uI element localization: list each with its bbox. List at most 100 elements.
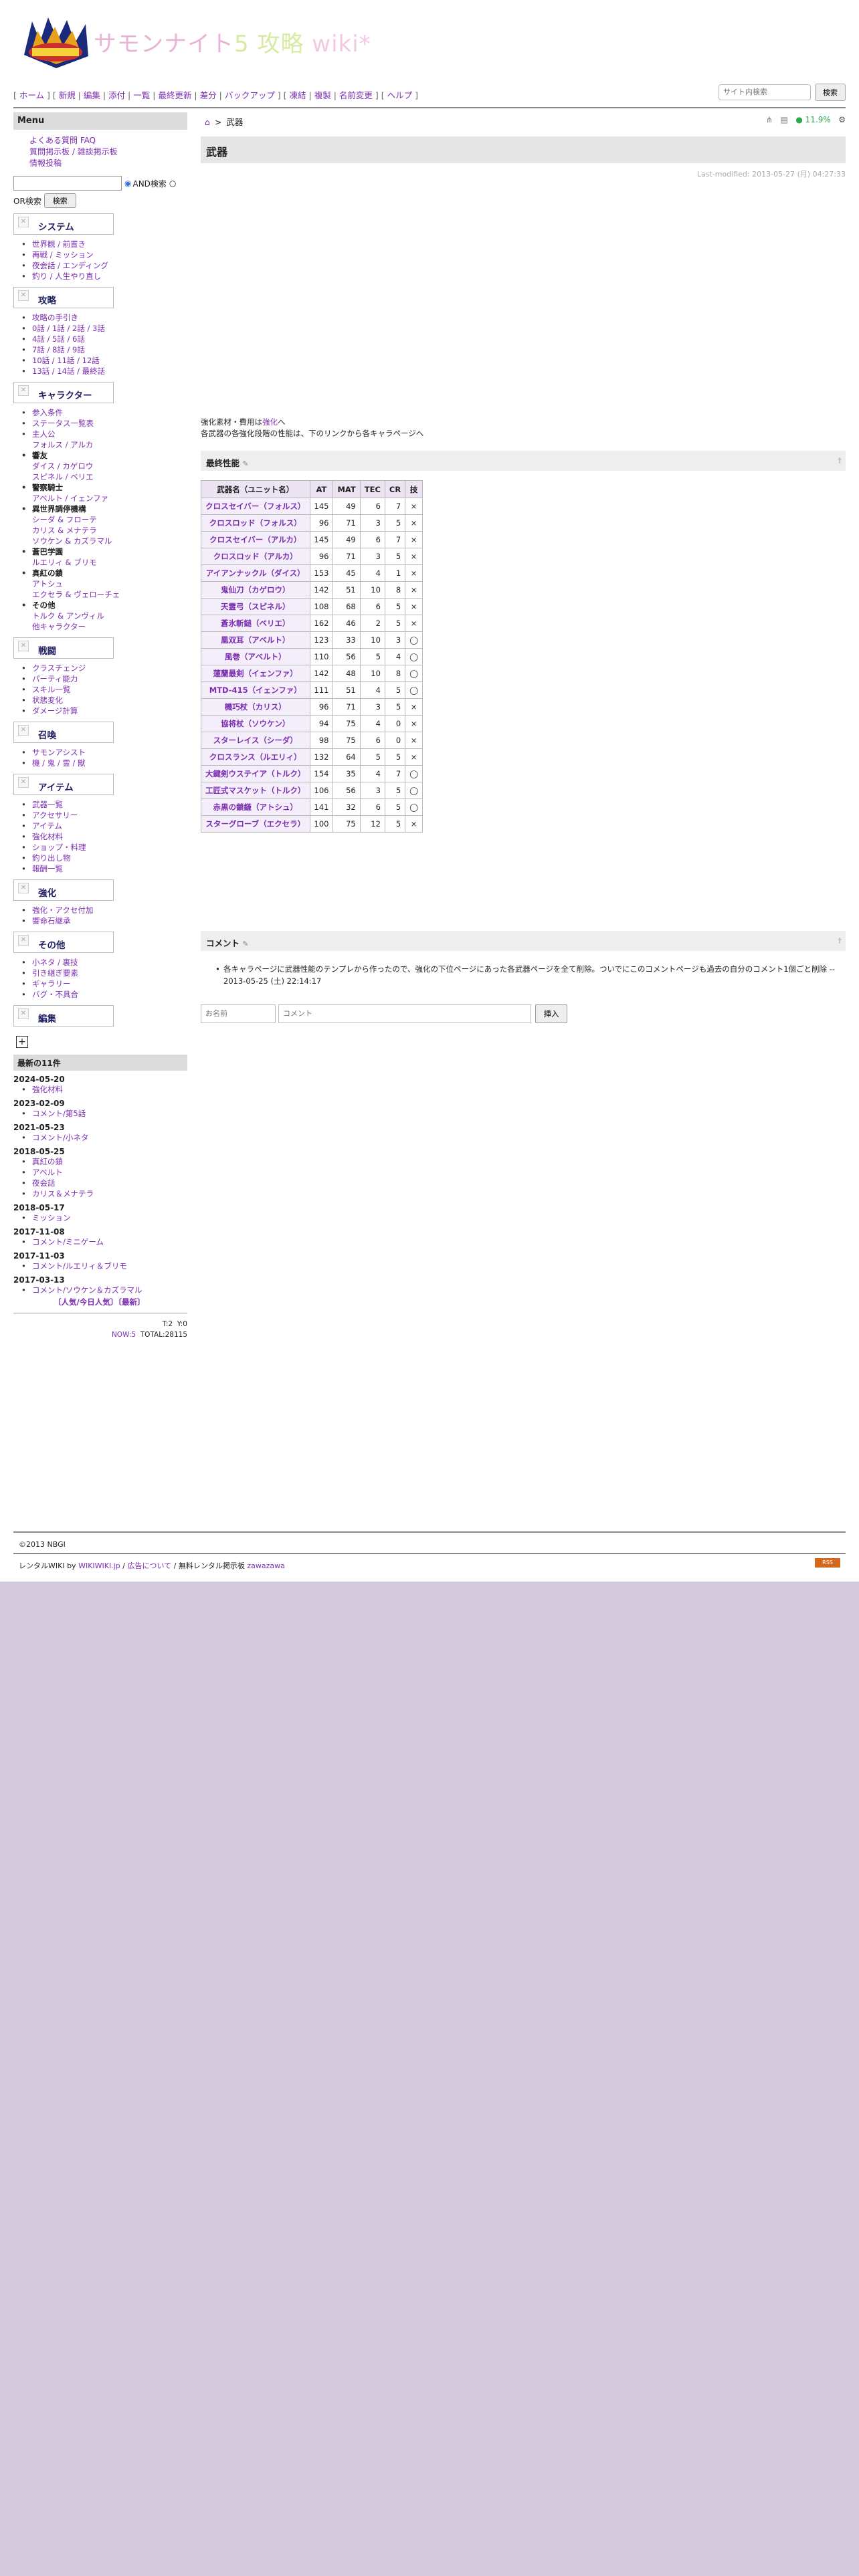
rss-badge-icon[interactable]: RSS <box>815 1558 840 1568</box>
nav-item[interactable]: 差分 <box>200 90 217 100</box>
weapon-name-link[interactable]: 凰双耳（アベルト） <box>201 631 310 649</box>
nav-item[interactable]: 最終更新 <box>158 90 191 100</box>
menu-item[interactable]: トルク & アンヴィル <box>21 611 187 621</box>
weapon-name-link[interactable]: 赤黒の鎖鎌（アトシュ） <box>201 798 310 816</box>
menu-item[interactable]: 釣り / 人生やり直し <box>21 271 187 282</box>
menu-search-input[interactable] <box>13 176 122 191</box>
submit-button[interactable]: 挿入 <box>535 1004 567 1023</box>
nav-item[interactable]: 添付 <box>108 90 125 100</box>
nav-item[interactable]: 編集 <box>84 90 100 100</box>
menu-item[interactable]: 10話 / 11話 / 12話 <box>21 355 187 366</box>
site-search-button[interactable]: 検索 <box>815 84 846 101</box>
menu-item[interactable]: 13話 / 14話 / 最終話 <box>21 366 187 377</box>
menu-item[interactable]: 警察騎士 <box>21 482 187 493</box>
menu-item[interactable]: 響命石継承 <box>21 916 187 926</box>
nav-item[interactable]: 名前変更 <box>339 90 373 100</box>
menu-item[interactable]: エクセラ & ヴェローチェ <box>21 589 187 600</box>
recent-item[interactable]: カリス＆メナテラ <box>21 1188 187 1199</box>
menu-item[interactable]: ソウケン & カズラマル <box>21 536 187 546</box>
menu-category-0[interactable]: ✕ システム <box>13 213 114 235</box>
weapon-name-link[interactable]: 風巻（アベルト） <box>201 648 310 665</box>
menu-item[interactable]: 引き継ぎ要素 <box>21 968 187 978</box>
menu-item[interactable]: フォルス / アルカ <box>21 439 187 450</box>
intro-link[interactable]: 強化 <box>262 417 278 427</box>
recent-item[interactable]: 真紅の鎖 <box>21 1156 187 1167</box>
menu-item[interactable]: 釣り出し物 <box>21 853 187 863</box>
nav-item[interactable]: バックアップ <box>225 90 275 100</box>
weapon-name-link[interactable]: 機巧杖（カリス） <box>201 698 310 716</box>
menu-item[interactable]: ギャラリー <box>21 978 187 989</box>
menu-item[interactable]: パーティ能力 <box>21 673 187 684</box>
recent-item[interactable]: アベルト <box>21 1167 187 1178</box>
menu-item[interactable]: 夜会話 / エンディング <box>21 260 187 271</box>
weapon-name-link[interactable]: 蒼氷斬鎚（ベリエ） <box>201 615 310 632</box>
menu-item[interactable]: ルエリィ & ブリモ <box>21 557 187 568</box>
weapon-name-link[interactable]: スターレイス（シーダ） <box>201 732 310 749</box>
popular-links[interactable]: 〔人気/今日人気〕〔最新〕 <box>13 1297 187 1307</box>
share-icon[interactable]: ⋔ <box>766 115 773 124</box>
footer-link-wikiwiki[interactable]: WIKIWIKI.jp <box>78 1562 120 1570</box>
menu-item[interactable]: 状態変化 <box>21 695 187 706</box>
recent-item[interactable]: 夜会話 <box>21 1178 187 1188</box>
menu-category-1[interactable]: ✕ 攻略 <box>13 287 114 308</box>
and-radio[interactable]: ◉ <box>124 179 131 188</box>
menu-category-4[interactable]: ✕ 召喚 <box>13 722 114 743</box>
gear-icon[interactable]: ⚙ <box>838 115 846 124</box>
menu-item[interactable]: アイテム <box>21 821 187 831</box>
menu-item[interactable]: アベルト / イェンファ <box>21 493 187 504</box>
recent-item[interactable]: コメント/小ネタ <box>21 1132 187 1143</box>
weapon-name-link[interactable]: 鬼仙刀（カゲロウ） <box>201 581 310 599</box>
weapon-name-link[interactable]: 蓮蘭最剣（イェンファ） <box>201 665 310 682</box>
name-input[interactable] <box>201 1004 276 1023</box>
menu-item[interactable]: 主人公 <box>21 429 187 439</box>
menu-item[interactable]: 強化材料 <box>21 831 187 842</box>
nav-item[interactable]: ヘルプ <box>387 90 413 100</box>
stats-icon[interactable]: ▤ <box>781 115 788 124</box>
menu-item[interactable]: 武器一覧 <box>21 799 187 810</box>
menu-item[interactable]: 蒼巴学園 <box>21 546 187 557</box>
menu-item[interactable]: 他キャラクター <box>21 621 187 632</box>
menu-item[interactable]: 真紅の鎖 <box>21 568 187 578</box>
site-title[interactable]: サモンナイト5 攻略 wiki* <box>94 25 371 58</box>
menu-item[interactable]: 世界観 / 前置き <box>21 239 187 249</box>
weapon-name-link[interactable]: 天霊弓（スピネル） <box>201 598 310 615</box>
menu-item[interactable]: 再戦 / ミッション <box>21 249 187 260</box>
menu-search-button[interactable]: 検索 <box>43 193 76 208</box>
weapon-name-link[interactable]: スターグローブ（エクセラ） <box>201 815 310 833</box>
footer-link-ads[interactable]: 広告について <box>127 1562 171 1570</box>
menu-item[interactable]: その他 <box>21 600 187 611</box>
weapon-name-link[interactable]: クロスロッド（アルカ） <box>201 548 310 565</box>
menu-item[interactable]: 攻略の手引き <box>21 312 187 323</box>
menu-item[interactable]: スピネル / ベリエ <box>21 471 187 482</box>
menu-item[interactable]: ショップ・料理 <box>21 842 187 853</box>
weapon-name-link[interactable]: クロスランス（ルエリィ） <box>201 748 310 766</box>
menu-item[interactable]: バグ・不具合 <box>21 989 187 1000</box>
menu-item[interactable]: 0話 / 1話 / 2話 / 3話 <box>21 323 187 334</box>
weapon-name-link[interactable]: クロスセイバー（アルカ） <box>201 531 310 548</box>
menu-item[interactable]: ダメージ計算 <box>21 706 187 716</box>
weapon-name-link[interactable]: 大鍵剣ウステイア（トルク） <box>201 765 310 782</box>
menu-item[interactable]: ダイス / カゲロウ <box>21 461 187 471</box>
menu-top-link[interactable]: 情報投稿 <box>29 158 187 169</box>
recent-item[interactable]: コメント/ルエリィ＆ブリモ <box>21 1261 187 1271</box>
anchor-icon[interactable]: † <box>838 456 842 465</box>
menu-category-6[interactable]: ✕ 強化 <box>13 879 114 901</box>
menu-item[interactable]: シーダ & フローテ <box>21 514 187 525</box>
menu-item[interactable]: 小ネタ / 裏技 <box>21 957 187 968</box>
recent-item[interactable]: 強化材料 <box>21 1084 187 1095</box>
menu-item[interactable]: 強化・アクセ付加 <box>21 905 187 916</box>
menu-item[interactable]: 7話 / 8話 / 9話 <box>21 344 187 355</box>
recent-item[interactable]: コメント/第5話 <box>21 1108 187 1119</box>
menu-category-5[interactable]: ✕ アイテム <box>13 774 114 795</box>
or-radio[interactable]: ○ <box>169 179 176 188</box>
menu-category-3[interactable]: ✕ 戦闘 <box>13 637 114 659</box>
nav-item[interactable]: ホーム <box>19 90 44 100</box>
expand-icon[interactable]: + <box>16 1036 28 1048</box>
nav-item[interactable]: 複製 <box>314 90 331 100</box>
weapon-name-link[interactable]: クロスロッド（フォルス） <box>201 514 310 532</box>
menu-item[interactable]: ステータス一覧表 <box>21 418 187 429</box>
menu-item[interactable]: 響友 <box>21 450 187 461</box>
recent-item[interactable]: ミッション <box>21 1212 187 1223</box>
menu-item[interactable]: 報酬一覧 <box>21 863 187 874</box>
nav-item[interactable]: 新規 <box>59 90 76 100</box>
